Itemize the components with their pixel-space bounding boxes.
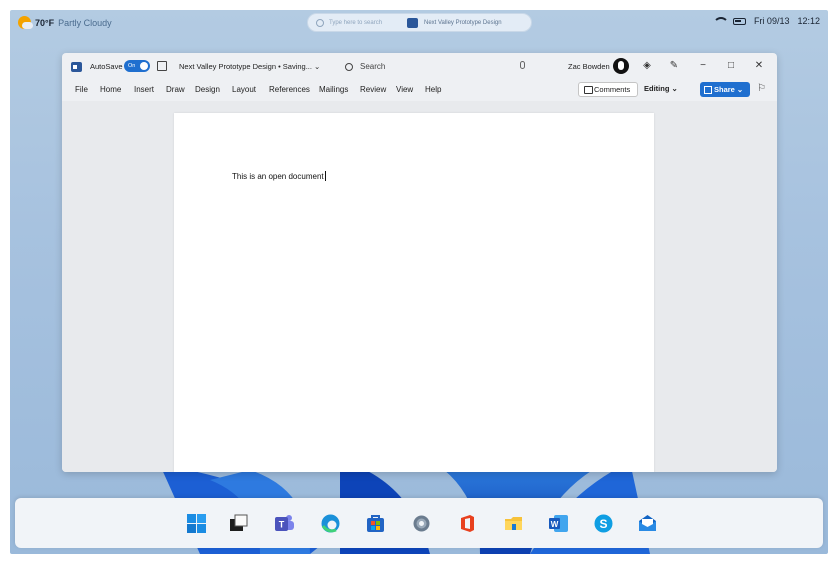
battery-icon[interactable] <box>732 17 746 25</box>
mail-icon[interactable] <box>637 513 658 534</box>
autosave-toggle[interactable]: On <box>124 60 150 72</box>
close-icon[interactable]: ✕ <box>752 59 766 73</box>
svg-text:T: T <box>279 520 285 530</box>
teams-icon[interactable]: T <box>274 513 295 534</box>
top-status-bar: 70°F Partly Cloudy Type here to search N… <box>10 10 828 36</box>
tab-design[interactable]: Design <box>195 85 220 94</box>
maximize-icon[interactable]: □ <box>724 59 738 73</box>
desktop: 70°F Partly Cloudy Type here to search N… <box>10 10 828 554</box>
tab-references[interactable]: References <box>269 85 310 94</box>
tab-file[interactable]: File <box>75 85 88 94</box>
search-box[interactable]: Search <box>345 59 531 74</box>
taskbar: T W S <box>15 498 823 548</box>
search-icon <box>345 62 353 71</box>
word-window: AutoSave On Next Valley Prototype Design… <box>62 53 777 472</box>
minimize-icon[interactable]: − <box>696 59 710 73</box>
weather-temperature: 70°F <box>35 17 55 28</box>
title-bar: AutoSave On Next Valley Prototype Design… <box>62 53 777 79</box>
office-icon[interactable] <box>457 513 478 534</box>
date-label: Fri 09/13 <box>753 16 790 26</box>
ribbon-options-icon[interactable]: ⚐ <box>757 83 766 94</box>
skype-icon[interactable]: S <box>593 513 614 534</box>
time-label: 12:12 <box>797 16 820 26</box>
system-tray[interactable]: Fri 09/13 12:12 <box>712 16 820 26</box>
search-placeholder: Type here to search <box>329 19 383 26</box>
tab-mailings[interactable]: Mailings <box>319 85 348 94</box>
tab-home[interactable]: Home <box>100 85 121 94</box>
taskbar-search[interactable]: Type here to search Next Valley Prototyp… <box>307 13 532 32</box>
wifi-icon[interactable] <box>712 16 729 26</box>
svg-text:S: S <box>599 517 607 531</box>
weather-widget[interactable]: 70°F Partly Cloudy <box>18 16 112 29</box>
pen-icon[interactable]: ✎ <box>667 59 681 73</box>
tab-view[interactable]: View <box>396 85 413 94</box>
share-button[interactable]: Share ⌄ <box>700 82 750 97</box>
search-icon <box>316 18 324 27</box>
partly-cloudy-icon <box>18 16 33 29</box>
svg-text:W: W <box>551 520 559 529</box>
store-icon[interactable] <box>365 513 386 534</box>
windows-start-icon[interactable] <box>186 513 207 534</box>
task-view-icon[interactable] <box>228 513 249 534</box>
edge-icon[interactable] <box>320 513 341 534</box>
settings-gear-icon[interactable] <box>411 513 432 534</box>
tab-review[interactable]: Review <box>360 85 386 94</box>
user-name[interactable]: Zac Bowden <box>568 62 610 71</box>
search-label: Search <box>360 62 386 71</box>
save-icon[interactable] <box>157 61 167 71</box>
document-body[interactable]: This is an open document <box>232 171 326 181</box>
avatar[interactable] <box>613 58 629 74</box>
file-explorer-icon[interactable] <box>503 513 524 534</box>
document-text: This is an open document <box>232 172 324 181</box>
comments-button[interactable]: Comments <box>578 82 638 97</box>
tab-draw[interactable]: Draw <box>166 85 185 94</box>
document-canvas: This is an open document <box>62 101 777 472</box>
text-cursor <box>324 171 326 181</box>
diamond-icon[interactable]: ◈ <box>640 59 654 73</box>
tab-insert[interactable]: Insert <box>134 85 154 94</box>
document-page[interactable]: This is an open document <box>174 113 654 472</box>
tab-help[interactable]: Help <box>425 85 441 94</box>
document-title[interactable]: Next Valley Prototype Design • Saving...… <box>179 62 320 71</box>
autosave-label: AutoSave <box>90 62 123 71</box>
tab-layout[interactable]: Layout <box>232 85 256 94</box>
word-icon[interactable]: W <box>548 513 569 534</box>
microphone-icon[interactable] <box>520 61 525 69</box>
word-logo-icon <box>71 62 82 72</box>
word-app-icon <box>407 17 418 28</box>
weather-condition: Partly Cloudy <box>58 17 112 28</box>
editing-mode-button[interactable]: Editing ⌄ <box>644 84 678 93</box>
ribbon-tabs: File Home Insert Draw Design Layout Refe… <box>62 79 777 101</box>
active-document-label: Next Valley Prototype Design <box>424 19 502 26</box>
